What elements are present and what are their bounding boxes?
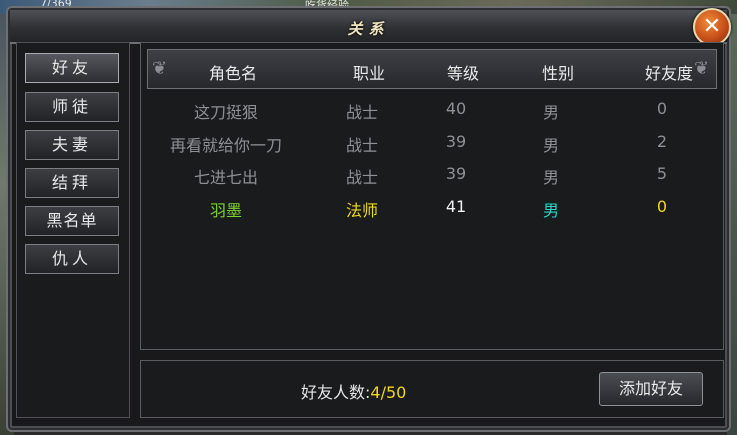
table-header: ❦ ❦ 角色名 职业 等级 性别 好友度 bbox=[147, 49, 717, 89]
tab-friends[interactable]: 好友 bbox=[25, 53, 119, 83]
close-button[interactable]: ✕ bbox=[693, 8, 731, 46]
add-friend-button[interactable]: 添加好友 bbox=[599, 372, 703, 406]
friend-gender: 男 bbox=[542, 136, 559, 155]
friend-count: 好友人数:4/50 bbox=[301, 379, 406, 403]
tab-mentor[interactable]: 师徒 bbox=[25, 92, 119, 122]
friend-favor: 0 bbox=[656, 197, 668, 216]
friend-name: 七进七出 bbox=[193, 168, 258, 187]
friend-gender: 男 bbox=[542, 103, 559, 122]
friend-favor: 2 bbox=[656, 132, 668, 151]
friend-job: 法师 bbox=[345, 201, 378, 220]
friend-name: 这刀挺狠 bbox=[193, 103, 258, 122]
friend-job: 战士 bbox=[345, 103, 378, 122]
header-job: 职业 bbox=[352, 64, 385, 83]
window-titlebar: 关系 bbox=[10, 10, 727, 44]
window-title: 关系 bbox=[347, 20, 390, 38]
friend-job: 战士 bbox=[345, 136, 378, 155]
friend-favor: 5 bbox=[656, 164, 668, 183]
table-row[interactable]: 羽墨 法师 41 男 0 bbox=[141, 193, 723, 221]
friend-level: 41 bbox=[445, 197, 467, 216]
tab-enemies[interactable]: 仇人 bbox=[25, 244, 119, 274]
friend-level: 40 bbox=[445, 99, 467, 118]
tab-blacklist[interactable]: 黑名单 bbox=[25, 206, 119, 236]
header-favor: 好友度 bbox=[644, 64, 693, 83]
friend-count-value: 4/50 bbox=[370, 383, 407, 402]
friend-level: 39 bbox=[445, 132, 467, 151]
header-level: 等级 bbox=[446, 64, 479, 83]
relation-category-sidebar: 好友 师徒 夫妻 结拜 黑名单 仇人 bbox=[16, 42, 130, 418]
friend-favor: 0 bbox=[656, 99, 668, 118]
friend-name: 再看就给你一刀 bbox=[169, 136, 282, 155]
friend-list-panel: ❦ ❦ 角色名 职业 等级 性别 好友度 这刀挺狠 战士 40 男 0 再看就给… bbox=[140, 42, 724, 350]
close-icon: ✕ bbox=[702, 14, 722, 39]
tab-sworn[interactable]: 结拜 bbox=[25, 168, 119, 198]
friend-job: 战士 bbox=[345, 168, 378, 187]
table-row[interactable]: 再看就给你一刀 战士 39 男 2 bbox=[141, 128, 723, 156]
friend-gender: 男 bbox=[542, 168, 559, 187]
friend-name: 羽墨 bbox=[209, 201, 242, 220]
header-gender: 性别 bbox=[541, 64, 574, 83]
header-name: 角色名 bbox=[208, 64, 257, 83]
tab-spouse[interactable]: 夫妻 bbox=[25, 130, 119, 160]
friend-level: 39 bbox=[445, 164, 467, 183]
friend-list-footer: 好友人数:4/50 添加好友 bbox=[140, 360, 724, 418]
table-row[interactable]: 这刀挺狠 战士 40 男 0 bbox=[141, 95, 723, 123]
table-row[interactable]: 七进七出 战士 39 男 5 bbox=[141, 160, 723, 188]
friend-gender: 男 bbox=[542, 201, 559, 220]
friend-count-label: 好友人数: bbox=[301, 383, 371, 402]
